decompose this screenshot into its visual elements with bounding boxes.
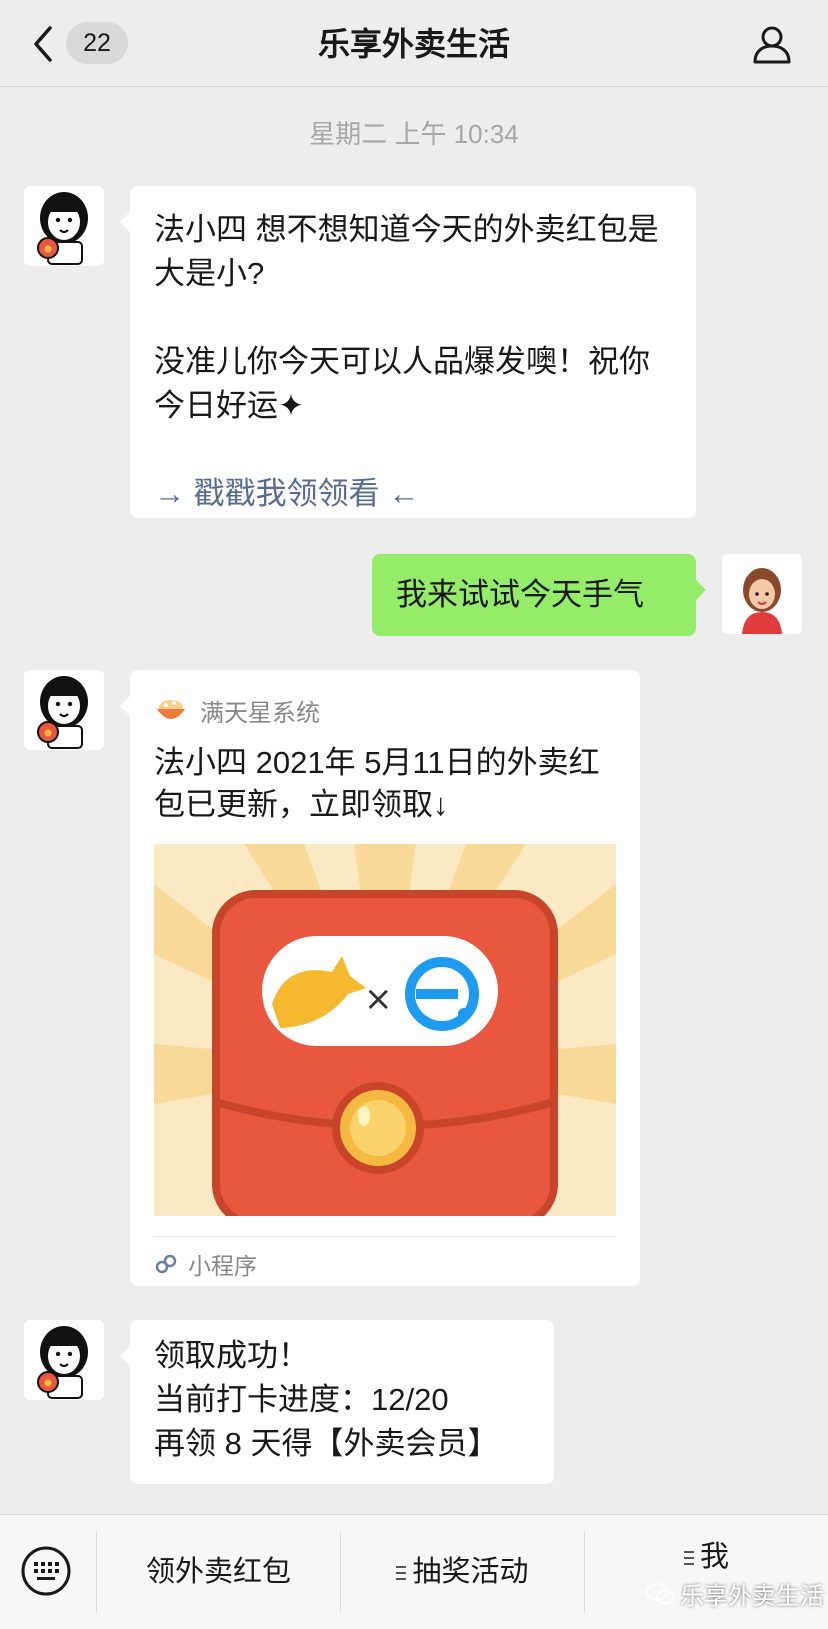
- watermark: 乐享外卖生活: [646, 1576, 824, 1611]
- submenu-icon: [683, 1551, 694, 1566]
- woman-avatar-icon: [722, 554, 802, 634]
- card-source-name: 满天星系统: [200, 699, 320, 727]
- bottom-menu: 领外卖红包 抽奖活动 我: [0, 1514, 828, 1629]
- message-text: 没准儿你今天可以人品爆发噢！祝你今日好运✦: [154, 344, 650, 423]
- mini-program-card[interactable]: 满天星系统 法小四 2021年 5月11日的外卖红包已更新，立即领取↓ × 小程…: [120, 670, 640, 1286]
- message-text: 我来试试今天手气: [396, 577, 644, 612]
- keyboard-icon[interactable]: [20, 1545, 72, 1597]
- contact-profile-icon[interactable]: [750, 22, 794, 66]
- message-text: 领取成功！: [154, 1338, 309, 1373]
- claim-link[interactable]: → 戳戳我领领看 ←: [154, 472, 672, 516]
- watermark-text: 乐享外卖生活: [680, 1583, 824, 1610]
- chat-title: 乐享外卖生活: [317, 26, 510, 62]
- message-text: 再领 8 天得【外卖会员】: [154, 1426, 499, 1461]
- menu-item-red-packet[interactable]: 领外卖红包: [97, 1515, 340, 1629]
- menu-item-lottery[interactable]: 抽奖活动: [341, 1515, 584, 1629]
- wechat-icon: [646, 1582, 674, 1604]
- submenu-icon: [396, 1566, 407, 1581]
- card-footer-label: 小程序: [188, 1253, 257, 1279]
- message-text: 当前打卡进度：12/20: [154, 1382, 449, 1417]
- red-envelope-image: ×: [154, 844, 616, 1216]
- menu-item-me[interactable]: 我: [585, 1515, 828, 1629]
- card-footer: 小程序: [154, 1244, 257, 1284]
- message-bubble[interactable]: 领取成功！ 当前打卡进度：12/20 再领 8 天得【外卖会员】: [120, 1320, 554, 1484]
- rice-bowl-icon: [157, 700, 185, 719]
- bot-avatar[interactable]: [24, 670, 104, 750]
- message-bubble[interactable]: 法小四 想不想知道今天的外卖红包是大是小? 没准儿你今天可以人品爆发噢！祝你今日…: [120, 186, 696, 518]
- girl-avatar-icon: [24, 1320, 104, 1400]
- card-title: 法小四 2021年 5月11日的外卖红包已更新，立即领取↓: [154, 745, 600, 822]
- card-divider: [154, 1236, 616, 1237]
- message-text: 法小四 想不想知道今天的外卖红包是大是小?: [154, 212, 659, 291]
- svg-text:×: ×: [364, 979, 393, 1019]
- user-message-bubble[interactable]: 我来试试今天手气: [372, 554, 706, 636]
- bot-avatar[interactable]: [24, 186, 104, 266]
- user-avatar[interactable]: [722, 554, 802, 634]
- bot-avatar[interactable]: [24, 1320, 104, 1400]
- mini-program-icon: [155, 1254, 177, 1274]
- card-source: 满天星系统: [154, 690, 320, 730]
- menu-item-label: 我: [699, 1541, 729, 1573]
- girl-avatar-icon: [24, 186, 104, 266]
- girl-avatar-icon: [24, 670, 104, 750]
- navigation-bar: 22 乐享外卖生活: [0, 0, 828, 87]
- message-timestamp: 星期二 上午 10:34: [309, 119, 519, 149]
- menu-item-label: 抽奖活动: [412, 1556, 529, 1588]
